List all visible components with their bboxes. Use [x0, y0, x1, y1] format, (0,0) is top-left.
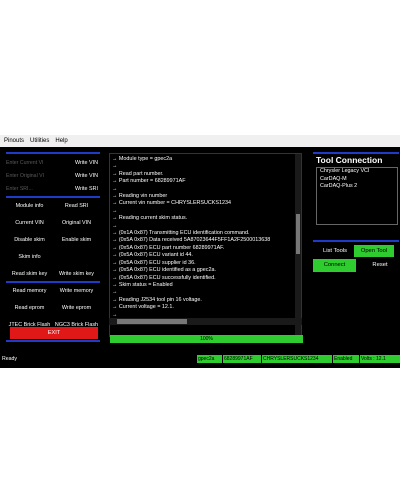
write-current-vin-button[interactable]: Write VIN	[58, 157, 98, 169]
right-mid-divider	[313, 240, 399, 242]
left-bottom-divider	[6, 340, 100, 342]
right-top-divider	[313, 152, 399, 154]
write-skim-key-button[interactable]: Write skim key	[53, 267, 100, 281]
write-original-vin-button[interactable]: Write VIN	[58, 170, 98, 182]
log-line: → Current vin number = CHRYSLERSUCKS1234	[112, 200, 231, 207]
log-line: → Module type = gpec2a	[112, 156, 173, 162]
write-memory-button[interactable]: Write memory	[53, 284, 100, 298]
log-line: → (0x1A 0x87) Transmitting ECU identific…	[112, 230, 250, 237]
log-line: → (0x5A 0x87) ECU supplier id 36.	[112, 259, 196, 266]
original-vin-input[interactable]: Enter Original VI	[6, 170, 58, 182]
tool-connection-title: Tool Connection	[316, 155, 383, 165]
log-line: → (0x5A 0x87) ECU variant id 44.	[112, 252, 193, 259]
status-vin: CHRYSLERSUCKS1234	[262, 355, 332, 363]
left-mid-divider	[6, 196, 100, 198]
log-line: → Reading current skim status.	[112, 215, 188, 222]
disable-skim-button[interactable]: Disable skim	[6, 233, 53, 247]
log-line: → Current voltage = 12.1.	[112, 304, 174, 311]
reset-button[interactable]: Reset	[362, 259, 398, 272]
log-line: → (0x5A 0x87) ECU part number 68289971AF…	[112, 244, 225, 251]
log-line: →	[112, 222, 118, 229]
log-line: → Read part number.	[112, 170, 164, 177]
log-line: → Reading vin number	[112, 193, 168, 200]
tool-item[interactable]: CarDAQ-Plus 2	[317, 183, 397, 191]
log-line: → Part number = 68289971AF	[112, 178, 186, 185]
log-horizontal-scrollbar[interactable]	[109, 318, 302, 325]
menu-pinouts[interactable]: Pinouts	[4, 138, 24, 144]
read-sri-button[interactable]: Read SRI	[53, 199, 100, 213]
log-line: → Skim status = Enabled	[112, 281, 173, 288]
original-vin-row: Enter Original VI Write VIN	[6, 169, 100, 182]
write-sri-button[interactable]: Write SRI	[58, 183, 98, 195]
connect-button[interactable]: Connect	[313, 259, 356, 272]
left-top-divider	[6, 152, 100, 154]
list-tools-button[interactable]: List Tools	[316, 245, 354, 257]
status-volts: Volts : 12.1	[360, 355, 400, 363]
log-line: →	[112, 289, 118, 296]
enable-skim-button[interactable]: Enable skim	[53, 233, 100, 247]
original-vin-button[interactable]: Original VIN	[53, 216, 100, 230]
menu-help[interactable]: Help	[55, 138, 67, 144]
log-line: → (0x5A 0x87) Data received 5A87023644F5…	[112, 237, 271, 244]
status-bar: Ready gpec2a 68289971AF CHRYSLERSUCKS123…	[0, 354, 400, 364]
module-info-button[interactable]: Module info	[6, 199, 53, 213]
read-memory-button[interactable]: Read memory	[6, 284, 53, 298]
log-line: →	[112, 207, 118, 214]
read-eprom-button[interactable]: Read eprom	[6, 301, 53, 315]
skim-info-button[interactable]: Skim info	[6, 250, 53, 264]
tool-item[interactable]: Chrysler Legacy VCI	[317, 168, 397, 176]
menu-bar: Pinouts Utilities Help	[0, 135, 400, 147]
status-ready: Ready	[2, 356, 17, 362]
write-eprom-button[interactable]: Write eprom	[53, 301, 100, 315]
status-skim: Enabled	[333, 355, 359, 363]
tool-item[interactable]: CarDAQ-M	[317, 176, 397, 184]
log-line: → Reading J2534 tool pin 16 voltage.	[112, 296, 202, 303]
exit-button[interactable]: EXIT	[10, 327, 98, 339]
module-button-grid: Module info Read SRI Current VIN Origina…	[6, 199, 100, 281]
memory-button-grid: Read memory Write memory Read eprom Writ…	[6, 284, 100, 332]
log-line: →	[112, 163, 118, 170]
sri-input[interactable]: Enter SRI...	[6, 183, 58, 195]
log-line: → (0x5A 0x87) ECU identified as a gpec2a…	[112, 267, 216, 274]
status-part-number: 68289971AF	[223, 355, 261, 363]
menu-utilities[interactable]: Utilities	[30, 138, 49, 144]
progress-label: 100%	[200, 336, 213, 342]
current-vin-row: Enter Current VI Write VIN	[6, 156, 100, 169]
log-vertical-scrollbar[interactable]	[295, 154, 301, 336]
sri-row: Enter SRI... Write SRI	[6, 182, 100, 195]
app-window: Pinouts Utilities Help Enter Current VI …	[0, 135, 400, 368]
read-skim-key-button[interactable]: Read skim key	[6, 267, 53, 281]
open-tool-button[interactable]: Open Tool	[354, 245, 394, 257]
log-line: → (0x5A 0x87) ECU successfully identifie…	[112, 274, 216, 281]
log-line: →	[112, 185, 118, 192]
current-vin-button[interactable]: Current VIN	[6, 216, 53, 230]
current-vin-input[interactable]: Enter Current VI	[6, 157, 58, 169]
tool-buttons: List Tools Open Tool	[316, 245, 400, 257]
status-module: gpec2a	[197, 355, 222, 363]
log-text: → Module type = gpec2a → → Read part numbe…	[112, 156, 292, 332]
log-console[interactable]: → Module type = gpec2a → → Read part numbe…	[109, 153, 302, 337]
progress-bar: 100%	[110, 335, 303, 343]
tool-list[interactable]: Chrysler Legacy VCI CarDAQ-M CarDAQ-Plus…	[316, 167, 398, 225]
left-lower-divider	[6, 281, 100, 283]
empty-slot	[53, 250, 100, 264]
